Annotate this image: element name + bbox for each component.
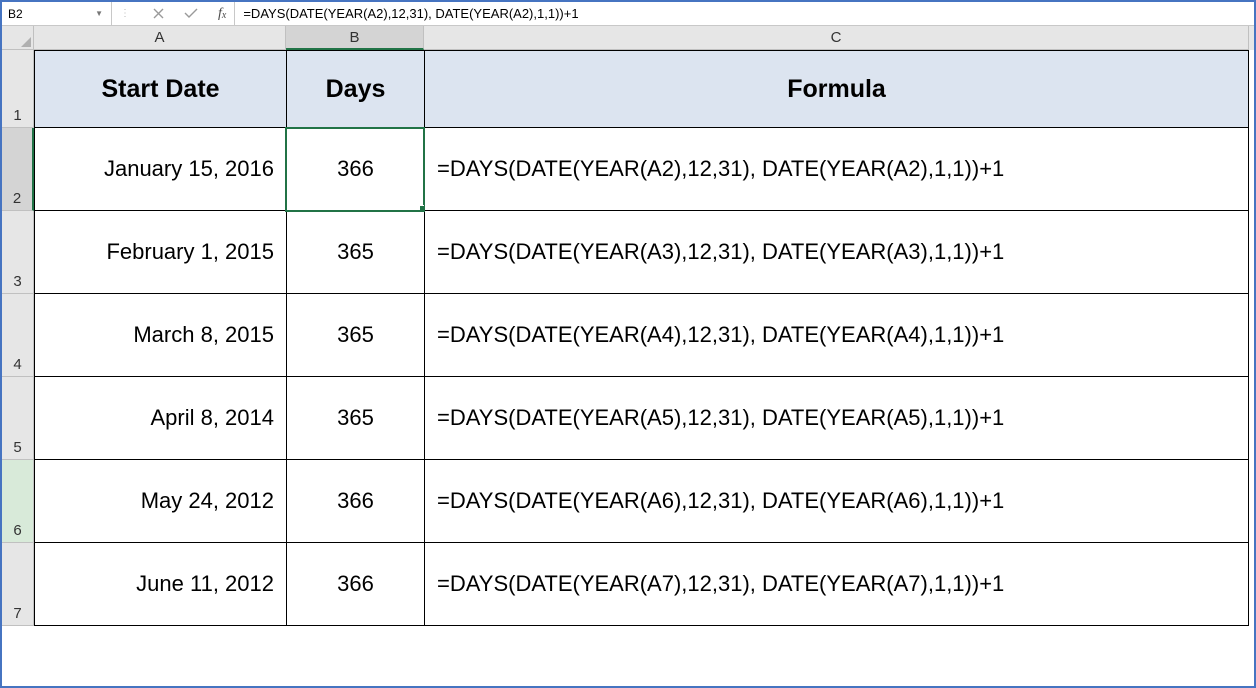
table-row: 5 April 8, 2014 365 =DAYS(DATE(YEAR(A5),…	[2, 377, 1254, 460]
cell-c4[interactable]: =DAYS(DATE(YEAR(A4),12,31), DATE(YEAR(A4…	[424, 294, 1249, 377]
row-header-2[interactable]: 2	[2, 128, 34, 211]
cell-b7[interactable]: 366	[286, 543, 424, 626]
col-header-b[interactable]: B	[286, 26, 424, 50]
table-row: 1 Start Date Days Formula	[2, 50, 1254, 128]
table-row: 7 June 11, 2012 366 =DAYS(DATE(YEAR(A7),…	[2, 543, 1254, 626]
row-header-5[interactable]: 5	[2, 377, 34, 460]
cell-b3[interactable]: 365	[286, 211, 424, 294]
table-row: 4 March 8, 2015 365 =DAYS(DATE(YEAR(A4),…	[2, 294, 1254, 377]
row-header-4[interactable]: 4	[2, 294, 34, 377]
cell-c6[interactable]: =DAYS(DATE(YEAR(A6),12,31), DATE(YEAR(A6…	[424, 460, 1249, 543]
row-header-6[interactable]: 6	[2, 460, 34, 543]
cell-c7[interactable]: =DAYS(DATE(YEAR(A7),12,31), DATE(YEAR(A7…	[424, 543, 1249, 626]
insert-function-icon[interactable]: fx	[218, 6, 226, 22]
cell-a7[interactable]: June 11, 2012	[34, 543, 286, 626]
col-header-c[interactable]: C	[424, 26, 1249, 50]
cell-c3[interactable]: =DAYS(DATE(YEAR(A3),12,31), DATE(YEAR(A3…	[424, 211, 1249, 294]
cell-b1[interactable]: Days	[286, 50, 424, 128]
enter-icon[interactable]	[184, 8, 198, 19]
formula-bar: B2 ▼ ⋮ fx	[2, 2, 1254, 26]
row-header-3[interactable]: 3	[2, 211, 34, 294]
cell-a5[interactable]: April 8, 2014	[34, 377, 286, 460]
table-row: 6 May 24, 2012 366 =DAYS(DATE(YEAR(A6),1…	[2, 460, 1254, 543]
cell-a3[interactable]: February 1, 2015	[34, 211, 286, 294]
cell-c2[interactable]: =DAYS(DATE(YEAR(A2),12,31), DATE(YEAR(A2…	[424, 128, 1249, 211]
grid-body: 1 Start Date Days Formula 2 January 15, …	[2, 50, 1254, 626]
cell-a2[interactable]: January 15, 2016	[34, 128, 286, 211]
formula-bar-buttons: ⋮ fx	[112, 2, 235, 25]
cell-a6[interactable]: May 24, 2012	[34, 460, 286, 543]
cell-a1[interactable]: Start Date	[34, 50, 286, 128]
cell-b2[interactable]: 366	[286, 128, 424, 211]
row-header-1[interactable]: 1	[2, 50, 34, 128]
cancel-icon[interactable]	[153, 8, 164, 19]
name-box-dropdown-icon[interactable]: ▼	[93, 9, 105, 18]
name-box-value: B2	[8, 7, 93, 21]
column-headers-row: A B C	[2, 26, 1254, 50]
cell-a4[interactable]: March 8, 2015	[34, 294, 286, 377]
cell-b6[interactable]: 366	[286, 460, 424, 543]
worksheet-grid: A B C 1 Start Date Days Formula 2 Januar…	[2, 26, 1254, 626]
table-row: 3 February 1, 2015 365 =DAYS(DATE(YEAR(A…	[2, 211, 1254, 294]
cell-c5[interactable]: =DAYS(DATE(YEAR(A5),12,31), DATE(YEAR(A5…	[424, 377, 1249, 460]
name-box[interactable]: B2 ▼	[2, 2, 112, 25]
col-header-a[interactable]: A	[34, 26, 286, 50]
grip-icon: ⋮	[120, 8, 133, 19]
formula-input[interactable]	[235, 2, 1254, 25]
table-row: 2 January 15, 2016 366 =DAYS(DATE(YEAR(A…	[2, 128, 1254, 211]
row-header-7[interactable]: 7	[2, 543, 34, 626]
cell-b5[interactable]: 365	[286, 377, 424, 460]
select-all-triangle[interactable]	[2, 26, 34, 50]
cell-b4[interactable]: 365	[286, 294, 424, 377]
cell-c1[interactable]: Formula	[424, 50, 1249, 128]
